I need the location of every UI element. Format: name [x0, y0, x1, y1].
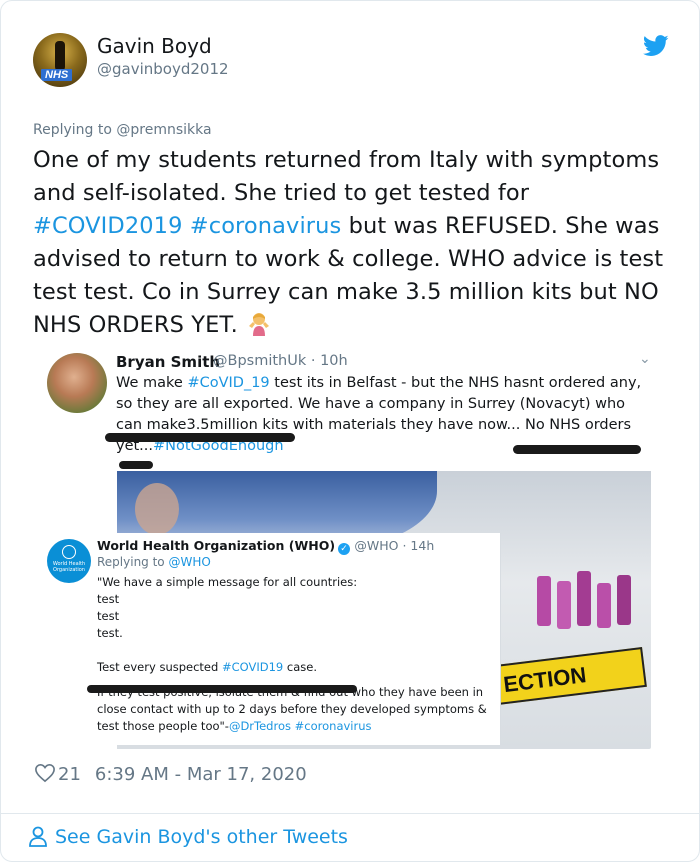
who-logo-text: World Health Organization: [52, 561, 86, 573]
marker-stroke: [87, 685, 357, 693]
heart-icon[interactable]: [34, 763, 56, 783]
who-line5b: case.: [283, 660, 317, 674]
globe-icon: [62, 545, 76, 559]
avatar-figure: [55, 41, 65, 71]
who-line: test: [97, 592, 120, 606]
who-reply-mention: @WHO: [168, 555, 211, 569]
tweet-meta: 21 6:39 AM - Mar 17, 2020: [34, 763, 307, 785]
avatar[interactable]: NHS: [33, 33, 87, 87]
marker-stroke: [513, 445, 641, 454]
who-name: World Health Organization (WHO): [97, 538, 336, 553]
who-handle: @WHO · 14h: [354, 538, 435, 553]
who-replying-to: Replying to @WHO: [97, 555, 211, 569]
test-vial: [557, 581, 571, 629]
who-line: Test every suspected #COVID19 case.: [97, 659, 497, 676]
timestamp[interactable]: 6:39 AM - Mar 17, 2020: [95, 764, 307, 785]
who-line: "We have a simple message for all countr…: [97, 575, 358, 589]
who-hashtag-coronavirus: #coronavirus: [294, 719, 372, 733]
tweet-text-part1: One of my students returned from Italy w…: [33, 147, 660, 206]
see-other-tweets-label[interactable]: See Gavin Boyd's other Tweets: [55, 826, 348, 848]
who-author: World Health Organization (WHO) ✓ @WHO · …: [97, 538, 434, 555]
replying-to: Replying to @premnsikka: [33, 122, 212, 138]
verified-badge-icon: ✓: [338, 543, 351, 555]
who-mention-drtedros: @DrTedros: [228, 719, 291, 733]
embedded-author-handle: @BpsmithUk · 10h: [213, 353, 348, 369]
who-hashtag-covid19: #COVID19: [221, 660, 284, 674]
caution-tape-text: ECTION: [502, 662, 588, 698]
test-vial: [597, 583, 611, 628]
person-icon: [29, 826, 47, 847]
person-shrugging-emoji-icon: [248, 313, 269, 336]
embedded-avatar: [47, 353, 107, 413]
who-line: test.: [97, 626, 123, 640]
marker-stroke: [105, 433, 295, 442]
author-handle[interactable]: @gavinboyd2012: [97, 60, 229, 78]
chevron-down-icon: ⌄: [639, 351, 651, 367]
replying-prefix: Replying to: [33, 122, 117, 138]
blurred-hand: [135, 483, 179, 535]
tweet-card: NHS Gavin Boyd @gavinboyd2012 Replying t…: [0, 0, 700, 862]
twitter-bird-icon[interactable]: [643, 35, 669, 57]
who-logo-icon: World Health Organization: [47, 539, 91, 583]
test-vial: [617, 575, 631, 625]
who-line: test: [97, 609, 120, 623]
hashtag-covid2019[interactable]: #COVID2019: [33, 213, 183, 239]
avatar-badge: NHS: [41, 69, 73, 81]
embedded-screenshot[interactable]: Bryan Smith @BpsmithUk · 10h ⌄ We make #…: [33, 349, 651, 749]
who-line-gap: [97, 676, 497, 684]
test-vial: [537, 576, 551, 626]
author-name[interactable]: Gavin Boyd: [97, 34, 212, 58]
who-line5a: Test every suspected: [97, 660, 222, 674]
who-tweet-text: "We have a simple message for all countr…: [97, 574, 497, 735]
divider: [1, 813, 699, 814]
like-count[interactable]: 21: [58, 764, 81, 785]
hashtag-coronavirus[interactable]: #coronavirus: [190, 213, 342, 239]
marker-stroke: [119, 461, 153, 469]
who-tweet: World Health Organization World Health O…: [41, 533, 501, 745]
embedded-author-name: Bryan Smith: [116, 353, 221, 371]
caution-tape: ECTION: [493, 647, 647, 705]
tweet-space: [183, 213, 190, 239]
who-reply-prefix: Replying to: [97, 555, 169, 569]
embedded-hashtag-covid19: #CoVID_19: [187, 375, 270, 391]
see-other-tweets-link[interactable]: See Gavin Boyd's other Tweets: [27, 825, 348, 848]
test-vial: [577, 571, 591, 626]
tweet-text: One of my students returned from Italy w…: [33, 144, 673, 342]
reply-mention-link[interactable]: @premnsikka: [116, 122, 211, 138]
embedded-text-a: We make: [116, 375, 188, 391]
who-line-gap: [97, 642, 497, 659]
